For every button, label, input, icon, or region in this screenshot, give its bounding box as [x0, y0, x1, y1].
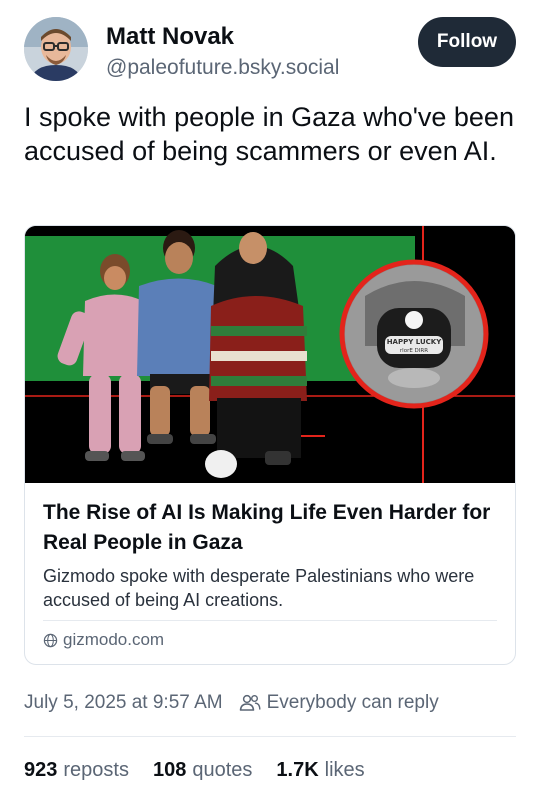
- likes-stat[interactable]: 1.7K likes: [276, 759, 364, 782]
- reposts-count: 923: [24, 759, 58, 781]
- link-card-divider: [43, 620, 497, 621]
- link-card-title[interactable]: The Rise of AI Is Making Life Even Harde…: [43, 498, 503, 558]
- post-header: Matt Novak @paleofuture.bsky.social Foll…: [24, 17, 516, 81]
- quotes-label: quotes: [192, 759, 253, 781]
- reposts-label: reposts: [63, 759, 129, 781]
- reply-setting-label: Everybody can reply: [266, 692, 439, 713]
- sandal-badge-text-1: HAPPY LUCKY: [387, 338, 442, 346]
- link-card-domain: gizmodo.com: [63, 630, 165, 649]
- quotes-stat[interactable]: 108 quotes: [153, 759, 252, 782]
- post-meta: July 5, 2025 at 9:57 AM Everybody can re…: [24, 692, 439, 714]
- link-card-domain-row[interactable]: gizmodo.com: [43, 630, 164, 650]
- avatar[interactable]: [24, 17, 88, 81]
- author-handle[interactable]: @paleofuture.bsky.social: [106, 56, 339, 80]
- author-display-name[interactable]: Matt Novak: [106, 23, 234, 51]
- sandal-badge-text-2: rlorE DIRR: [400, 348, 428, 354]
- article-illustration: HAPPY LUCKY rlorE DIRR: [25, 226, 515, 483]
- follow-button[interactable]: Follow: [418, 17, 516, 67]
- post-timestamp[interactable]: July 5, 2025 at 9:57 AM: [24, 692, 223, 714]
- link-card-description: Gizmodo spoke with desperate Palestinian…: [43, 566, 475, 610]
- people-icon: [239, 694, 261, 712]
- reply-setting: Everybody can reply: [239, 692, 439, 714]
- link-card-image[interactable]: HAPPY LUCKY rlorE DIRR: [25, 226, 515, 483]
- engagement-stats: 923 reposts 108 quotes 1.7K likes: [24, 759, 389, 782]
- quotes-count: 108: [152, 759, 187, 781]
- link-card[interactable]: HAPPY LUCKY rlorE DIRR The Rise of AI Is…: [24, 225, 516, 665]
- likes-label: likes: [324, 759, 365, 781]
- avatar-image: [24, 17, 88, 81]
- stats-divider: [24, 736, 516, 737]
- globe-icon: [43, 633, 58, 648]
- reposts-stat[interactable]: 923 reposts: [24, 759, 129, 782]
- post-text: I spoke with people in Gaza who've been …: [24, 102, 514, 166]
- likes-count: 1.7K: [276, 759, 319, 781]
